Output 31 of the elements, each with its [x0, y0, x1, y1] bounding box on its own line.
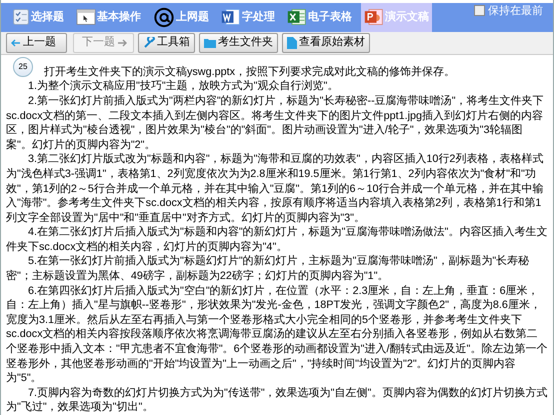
folder-icon: [204, 38, 216, 48]
question-paragraph: 2.第一张幻灯片前插入版式为"两栏内容"的新幻灯片，标题为"长寿秘密--豆腐海带味噌汤"，将考生文件夹下sc.docx文档的第一、二段文本插入到左侧内容区。将考生文件夹下的图片文件ppt1.jpg插入到幻灯片右侧的内容区，图片样式为"棱台透视"，图片效果为"棱台"的"斜面"。图片动画设置为"进入/轮子"，效果选项为"3轮辐图案"。幻灯片的页脚内容为"2"。: [6, 94, 545, 152]
left-arrow-icon: [11, 38, 21, 48]
window-cursor-icon: [76, 8, 96, 26]
tab[interactable]: 选择题: [9, 2, 67, 32]
toolbar-button[interactable]: 考生文件夹: [199, 32, 278, 53]
presentation-icon: [364, 7, 384, 28]
question-number-badge: 25: [13, 56, 33, 77]
spreadsheet-icon: [287, 7, 307, 28]
toolbar-button[interactable]: 查看原始素材: [282, 32, 370, 53]
toolbar-button[interactable]: 上一题: [6, 32, 67, 53]
question-paragraph: 打开考生文件夹下的演示文稿yswg.pptx，按照下列要求完成对此文稿的修饰并保存。: [44, 64, 456, 80]
question-paragraph: 6.在第四张幻灯片后插入版式为"空白"的新幻灯片，在位置（水平：2.3厘米，自：左上角，垂直：6厘米，自：左上角）插入"星与旗帜--竖卷形"，形状效果为"发光-金色，18PT发光，强调文字颜色2"，高度为8.6厘米，宽度为3.1厘米。然后从左至右再插入与第一个竖卷形格式大小完全相同的5个竖卷形，并参考考生文件夹下sc.docx文档的相关内容按段落顺序依次将烹调海带豆腐汤的建议从左至右分别插入各竖卷形，例如从右数第二个竖卷形中插入文本："甲亢患者不宜食海带"。6个竖卷形的动画都设置为"进入/翻转式由远及近"。除左边第一个竖卷形外，其他竖卷形动画的"开始"均设置为"上一动画之后"，"持续时间"均设置为"2"。幻灯片的页脚内容为"5"。: [6, 284, 548, 386]
tab[interactable]: 字处理: [218, 2, 278, 32]
checklist-icon: [12, 8, 30, 26]
wrench-icon: [143, 36, 155, 49]
at-sign-icon: [153, 6, 175, 28]
question-paragraph: 3.第二张幻灯片版式改为"标题和内容"，标题为"海带和豆腐的功效表"，内容区插入10行2列表格，表格样式为"浅色样式3-强调1"，表格第1、2列宽度依次为为2.8厘米和19.5厘米。第1行第1、2列内容依次为"食材"和"功效"，第1列的2～5行合并成一个单元格，并在其中输入"豆腐"。第1列的6～10行合并成一个单元格，并在其中输入"海带"。参考考生文件夹下sc.docx文档的相关内容，按原有顺序将适当内容填入表格第2列，表格第1行和第1列文字全部设置为"居中"和"垂直居中"对齐方式。幻灯片的页脚内容为"3"。: [6, 152, 545, 226]
tab[interactable]: 基本操作: [73, 2, 144, 32]
word-document-icon: [221, 7, 241, 28]
document-icon: [287, 36, 297, 49]
question-paragraph: 7.页脚内容为奇数的幻灯片切换方式为为"传送带"，效果选项为"自左侧"。页脚内容为偶数的幻灯片切换方式为"飞过"，效果选项为"切出"。: [6, 386, 548, 415]
toolbar-button[interactable]: 工具箱: [138, 32, 195, 53]
checkbox[interactable]: [474, 5, 485, 16]
right-arrow-icon: [117, 38, 127, 48]
question-paragraph: 5.在第一张幻灯片前插入版式为"标题幻灯片"的新幻灯片，主标题为"豆腐海带味噌汤"，副标题为"长寿秘密"；主标题设置为黑体、49磅字，副标题为22磅字；幻灯片的页脚内容为"1"。: [6, 254, 530, 284]
question-paragraph: 1.为整个演示文稿应用"技巧"主题，放映方式为"观众自行浏览"。: [27, 79, 340, 94]
question-paragraph: 4.在第二张幻灯片后插入版式为"标题和内容"的新幻灯片，标题为"豆腐海带味噌汤做法"。内容区插入考生文件夹下sc.docx文档的相关内容，幻灯片的页脚内容为"4"。: [6, 225, 548, 254]
keep-on-top-checkbox[interactable]: 保持在最前: [474, 2, 543, 20]
tab[interactable]: 上网题: [150, 2, 212, 32]
tab[interactable]: 电子表格: [284, 2, 355, 32]
